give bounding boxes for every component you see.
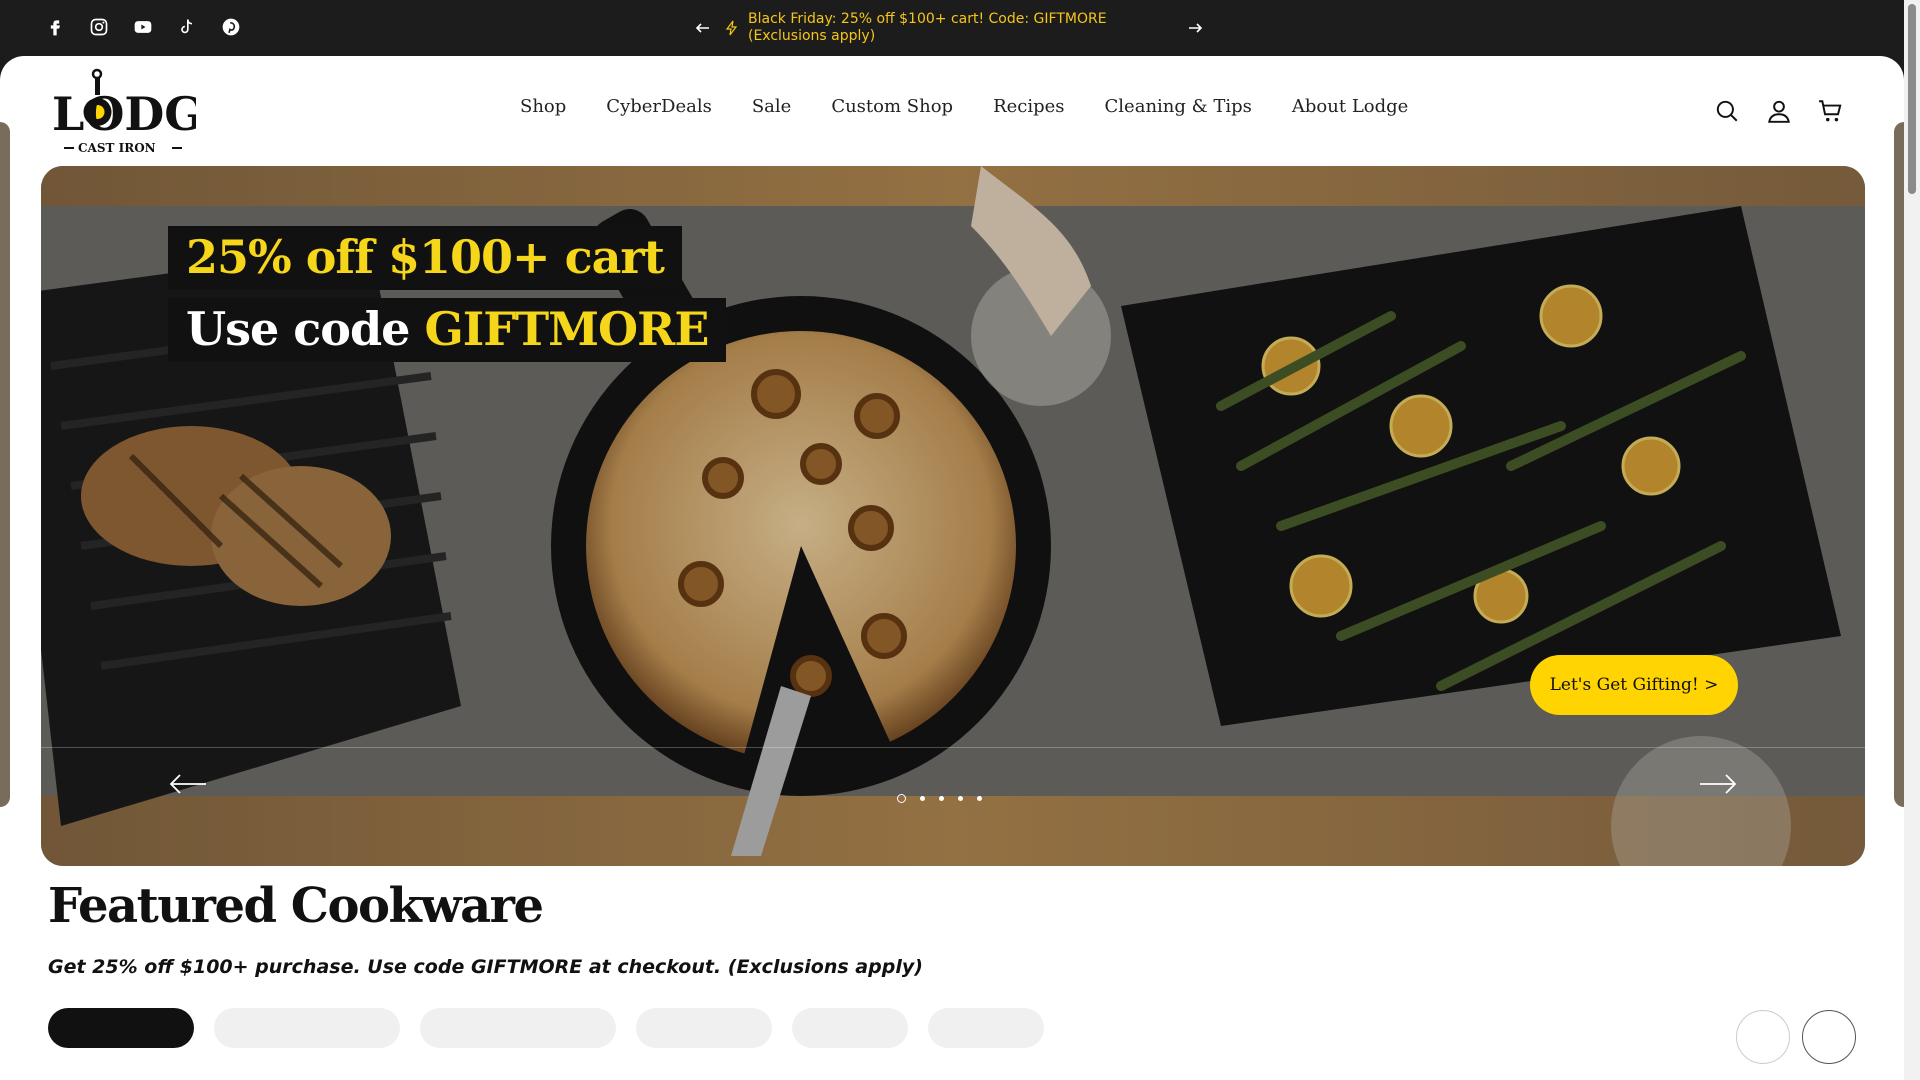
hero-headline: 25% off $100+ cart bbox=[168, 226, 682, 290]
main-nav: Shop CyberDeals Sale Custom Shop Recipes… bbox=[520, 96, 1408, 117]
cart-icon[interactable] bbox=[1818, 98, 1844, 128]
nav-cyberdeals[interactable]: CyberDeals bbox=[606, 96, 712, 117]
slide-dot[interactable] bbox=[920, 796, 925, 801]
hero-pagination bbox=[897, 794, 982, 803]
tiktok-icon[interactable] bbox=[176, 16, 198, 38]
category-tab[interactable] bbox=[928, 1008, 1044, 1048]
nav-recipes[interactable]: Recipes bbox=[993, 96, 1064, 117]
slide-dot[interactable] bbox=[977, 796, 982, 801]
previous-slide-peek bbox=[0, 122, 10, 807]
nav-cleaning-tips[interactable]: Cleaning & Tips bbox=[1105, 96, 1252, 117]
slide-dot[interactable] bbox=[897, 794, 906, 803]
nav-sale[interactable]: Sale bbox=[752, 96, 791, 117]
announcement-slider: Black Friday: 25% off $100+ cart! Code: … bbox=[690, 10, 1210, 46]
announcement-bar: Black Friday: 25% off $100+ cart! Code: … bbox=[0, 0, 1904, 56]
announcement-text[interactable]: Black Friday: 25% off $100+ cart! Code: … bbox=[748, 11, 1168, 45]
hero-prev-button[interactable] bbox=[168, 772, 208, 796]
logo-wordmark: LODGE bbox=[52, 87, 196, 141]
youtube-icon[interactable] bbox=[132, 16, 154, 38]
featured-cookware-subtitle: Get 25% off $100+ purchase. Use code GIF… bbox=[48, 956, 923, 978]
hero-next-button[interactable] bbox=[1698, 772, 1738, 796]
arrow-left-icon bbox=[169, 774, 206, 794]
header-actions bbox=[1714, 98, 1844, 128]
account-icon[interactable] bbox=[1766, 98, 1792, 128]
category-tab[interactable] bbox=[792, 1008, 908, 1048]
hero-code-prefix: Use code bbox=[186, 302, 425, 356]
next-slide-peek bbox=[1894, 122, 1904, 807]
hero-slideshow: 25% off $100+ cart Use code GIFTMORE Let… bbox=[41, 166, 1865, 866]
pinterest-icon[interactable] bbox=[220, 16, 242, 38]
instagram-icon[interactable] bbox=[88, 16, 110, 38]
arrow-right-icon bbox=[1189, 23, 1203, 33]
nav-custom-shop[interactable]: Custom Shop bbox=[831, 96, 953, 117]
slide-dot[interactable] bbox=[939, 796, 944, 801]
category-tab[interactable] bbox=[636, 1008, 772, 1048]
category-tabs bbox=[48, 1008, 1044, 1048]
facebook-icon[interactable] bbox=[44, 16, 66, 38]
hero-promo: 25% off $100+ cart Use code GIFTMORE bbox=[168, 226, 727, 362]
scrollbar[interactable] bbox=[1904, 0, 1920, 1080]
logo-tagline: CAST IRON bbox=[78, 141, 156, 155]
hero-subheadline: Use code GIFTMORE bbox=[168, 298, 727, 362]
search-icon[interactable] bbox=[1714, 98, 1740, 128]
lodge-logo[interactable]: LODGE CAST IRON bbox=[50, 68, 239, 160]
lets-get-gifting-button[interactable]: Let's Get Gifting! > bbox=[1530, 655, 1738, 715]
category-tab[interactable] bbox=[214, 1008, 400, 1048]
announcement-prev-button[interactable] bbox=[690, 15, 716, 41]
announcement-next-button[interactable] bbox=[1182, 15, 1208, 41]
hero-divider bbox=[41, 747, 1865, 748]
hero-promo-code: GIFTMORE bbox=[424, 302, 709, 356]
category-tab-active[interactable] bbox=[48, 1008, 194, 1048]
scrollbar-thumb[interactable] bbox=[1908, 4, 1916, 194]
slide-dot[interactable] bbox=[958, 796, 963, 801]
social-links bbox=[44, 16, 242, 38]
carousel-next-button[interactable] bbox=[1802, 1010, 1856, 1064]
nav-shop[interactable]: Shop bbox=[520, 96, 566, 117]
carousel-prev-button[interactable] bbox=[1736, 1010, 1790, 1064]
lightning-icon bbox=[725, 20, 738, 36]
arrow-right-icon bbox=[1700, 774, 1737, 794]
arrow-left-icon bbox=[695, 23, 709, 33]
featured-cookware-title: Featured Cookware bbox=[48, 878, 544, 934]
category-tab[interactable] bbox=[420, 1008, 616, 1048]
nav-about-lodge[interactable]: About Lodge bbox=[1292, 96, 1408, 117]
